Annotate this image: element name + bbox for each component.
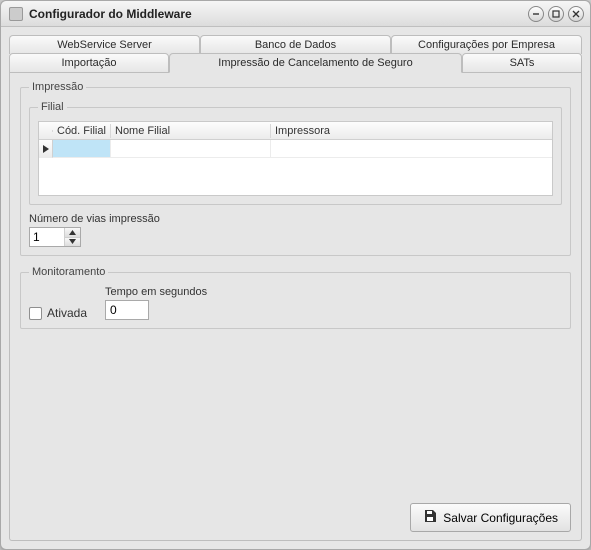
col-cod-filial[interactable]: Cód. Filial (53, 124, 111, 138)
group-filial-legend: Filial (38, 101, 67, 113)
grid-indicator-header (39, 130, 53, 132)
tabstrip: WebService Server Banco de Dados Configu… (9, 35, 582, 73)
tab-sats[interactable]: SATs (462, 53, 582, 73)
tab-importacao[interactable]: Importação (9, 53, 169, 73)
filial-grid[interactable]: Cód. Filial Nome Filial Impressora (38, 121, 553, 196)
col-impressora[interactable]: Impressora (271, 124, 552, 138)
grid-header: Cód. Filial Nome Filial Impressora (39, 122, 552, 140)
spinner-down-button[interactable] (65, 238, 80, 247)
numero-vias-field: Número de vias impressão (29, 213, 562, 247)
footer: Salvar Configurações (20, 497, 571, 532)
tab-banco-de-dados[interactable]: Banco de Dados (200, 35, 391, 54)
app-icon (9, 7, 23, 21)
tab-config-por-empresa[interactable]: Configurações por Empresa (391, 35, 582, 54)
table-row[interactable] (39, 140, 552, 158)
save-button-label: Salvar Configurações (443, 511, 558, 525)
minimize-button[interactable] (528, 6, 544, 22)
cell-nome-filial[interactable] (111, 140, 271, 158)
row-indicator-icon (39, 140, 53, 158)
numero-vias-spinner[interactable] (29, 227, 81, 247)
col-nome-filial[interactable]: Nome Filial (111, 124, 271, 138)
numero-vias-label: Número de vias impressão (29, 213, 562, 225)
cell-cod-filial[interactable] (53, 140, 111, 158)
save-icon (423, 509, 437, 526)
spinner-up-button[interactable] (65, 228, 80, 238)
group-monitoramento-legend: Monitoramento (29, 266, 108, 278)
client-area: WebService Server Banco de Dados Configu… (1, 27, 590, 549)
ativada-checkbox[interactable] (29, 307, 42, 320)
group-filial: Filial Cód. Filial Nome Filial Impressor… (29, 101, 562, 205)
window-title: Configurador do Middleware (29, 7, 192, 21)
app-window: Configurador do Middleware WebService Se… (0, 0, 591, 550)
maximize-button[interactable] (548, 6, 564, 22)
group-impressao-legend: Impressão (29, 81, 86, 93)
titlebar[interactable]: Configurador do Middleware (1, 1, 590, 27)
ativada-label: Ativada (47, 306, 87, 320)
tab-webservice-server[interactable]: WebService Server (9, 35, 200, 54)
cell-impressora[interactable] (271, 140, 552, 158)
close-button[interactable] (568, 6, 584, 22)
tab-impressao-cancelamento-seguro[interactable]: Impressão de Cancelamento de Seguro (169, 53, 462, 73)
group-monitoramento: Monitoramento Ativada Tempo em segundos (20, 266, 571, 329)
group-impressao: Impressão Filial Cód. Filial Nome Filial… (20, 81, 571, 256)
tab-panel: Impressão Filial Cód. Filial Nome Filial… (9, 73, 582, 541)
numero-vias-input[interactable] (30, 228, 64, 246)
tempo-label: Tempo em segundos (105, 286, 207, 298)
tempo-input[interactable] (105, 300, 149, 320)
ativada-checkbox-wrap[interactable]: Ativada (29, 292, 87, 320)
save-button[interactable]: Salvar Configurações (410, 503, 571, 532)
